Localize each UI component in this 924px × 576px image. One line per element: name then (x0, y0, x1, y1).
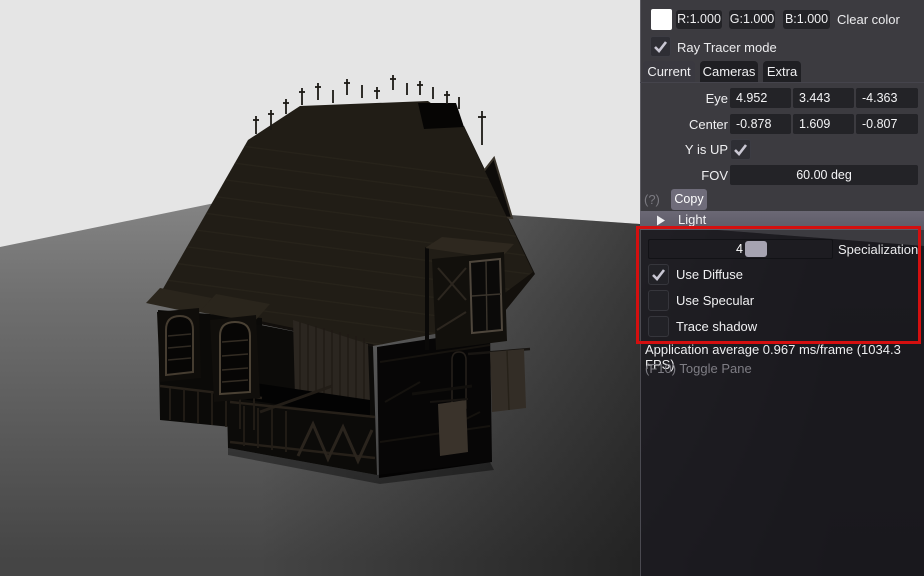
use-diffuse-label[interactable]: Use Diffuse (676, 267, 743, 282)
tab-current[interactable]: Current (643, 61, 695, 82)
light-header[interactable]: Light (640, 211, 924, 230)
check-icon (732, 141, 749, 158)
clear-color-b-field[interactable]: B:1.000 (783, 10, 830, 29)
eye-z-field[interactable]: -4.363 (856, 88, 918, 108)
triangle-right-icon (656, 215, 666, 226)
tab-extra[interactable]: Extra (763, 61, 801, 82)
check-icon (650, 266, 667, 283)
slider-grab[interactable] (745, 241, 767, 257)
check-icon (652, 38, 669, 55)
clear-color-swatch[interactable] (651, 9, 672, 30)
fov-label: FOV (643, 168, 728, 183)
fov-slider[interactable]: 60.00 deg (730, 165, 918, 185)
specialization-label: Specialization (838, 242, 918, 257)
ray-tracer-checkbox[interactable] (650, 36, 671, 57)
settings-panel: R:1.000 G:1.000 B:1.000 Clear color Ray … (640, 0, 924, 576)
panel-background (640, 0, 924, 576)
app-window: R:1.000 G:1.000 B:1.000 Clear color Ray … (0, 0, 924, 576)
clear-color-r-field[interactable]: R:1.000 (676, 10, 722, 29)
tab-cameras[interactable]: Cameras (700, 61, 758, 82)
clear-color-g-field[interactable]: G:1.000 (729, 10, 775, 29)
trace-shadow-checkbox[interactable] (648, 316, 669, 337)
y-up-label: Y is UP (643, 142, 728, 157)
trace-shadow-label[interactable]: Trace shadow (676, 319, 757, 334)
use-specular-checkbox[interactable] (648, 290, 669, 311)
use-specular-label[interactable]: Use Specular (676, 293, 754, 308)
specialization-slider[interactable]: 4 (648, 239, 833, 259)
use-diffuse-checkbox[interactable] (648, 264, 669, 285)
ray-tracer-label: Ray Tracer mode (677, 40, 777, 55)
center-z-field[interactable]: -0.807 (856, 114, 918, 134)
center-label: Center (643, 117, 728, 132)
center-y-field[interactable]: 1.609 (793, 114, 854, 134)
copy-button[interactable]: Copy (671, 189, 707, 210)
eye-x-field[interactable]: 4.952 (730, 88, 791, 108)
specialization-value: 4 (709, 241, 743, 258)
toggle-pane-hint: (F10) Toggle Pane (645, 361, 752, 376)
light-header-label: Light (678, 212, 706, 227)
tabbar-underline (640, 82, 924, 83)
help-marker: (?) (644, 192, 660, 207)
eye-label: Eye (643, 91, 728, 106)
clear-color-label: Clear color (837, 12, 900, 27)
eye-y-field[interactable]: 3.443 (793, 88, 854, 108)
center-x-field[interactable]: -0.878 (730, 114, 791, 134)
y-up-checkbox[interactable] (730, 139, 751, 160)
